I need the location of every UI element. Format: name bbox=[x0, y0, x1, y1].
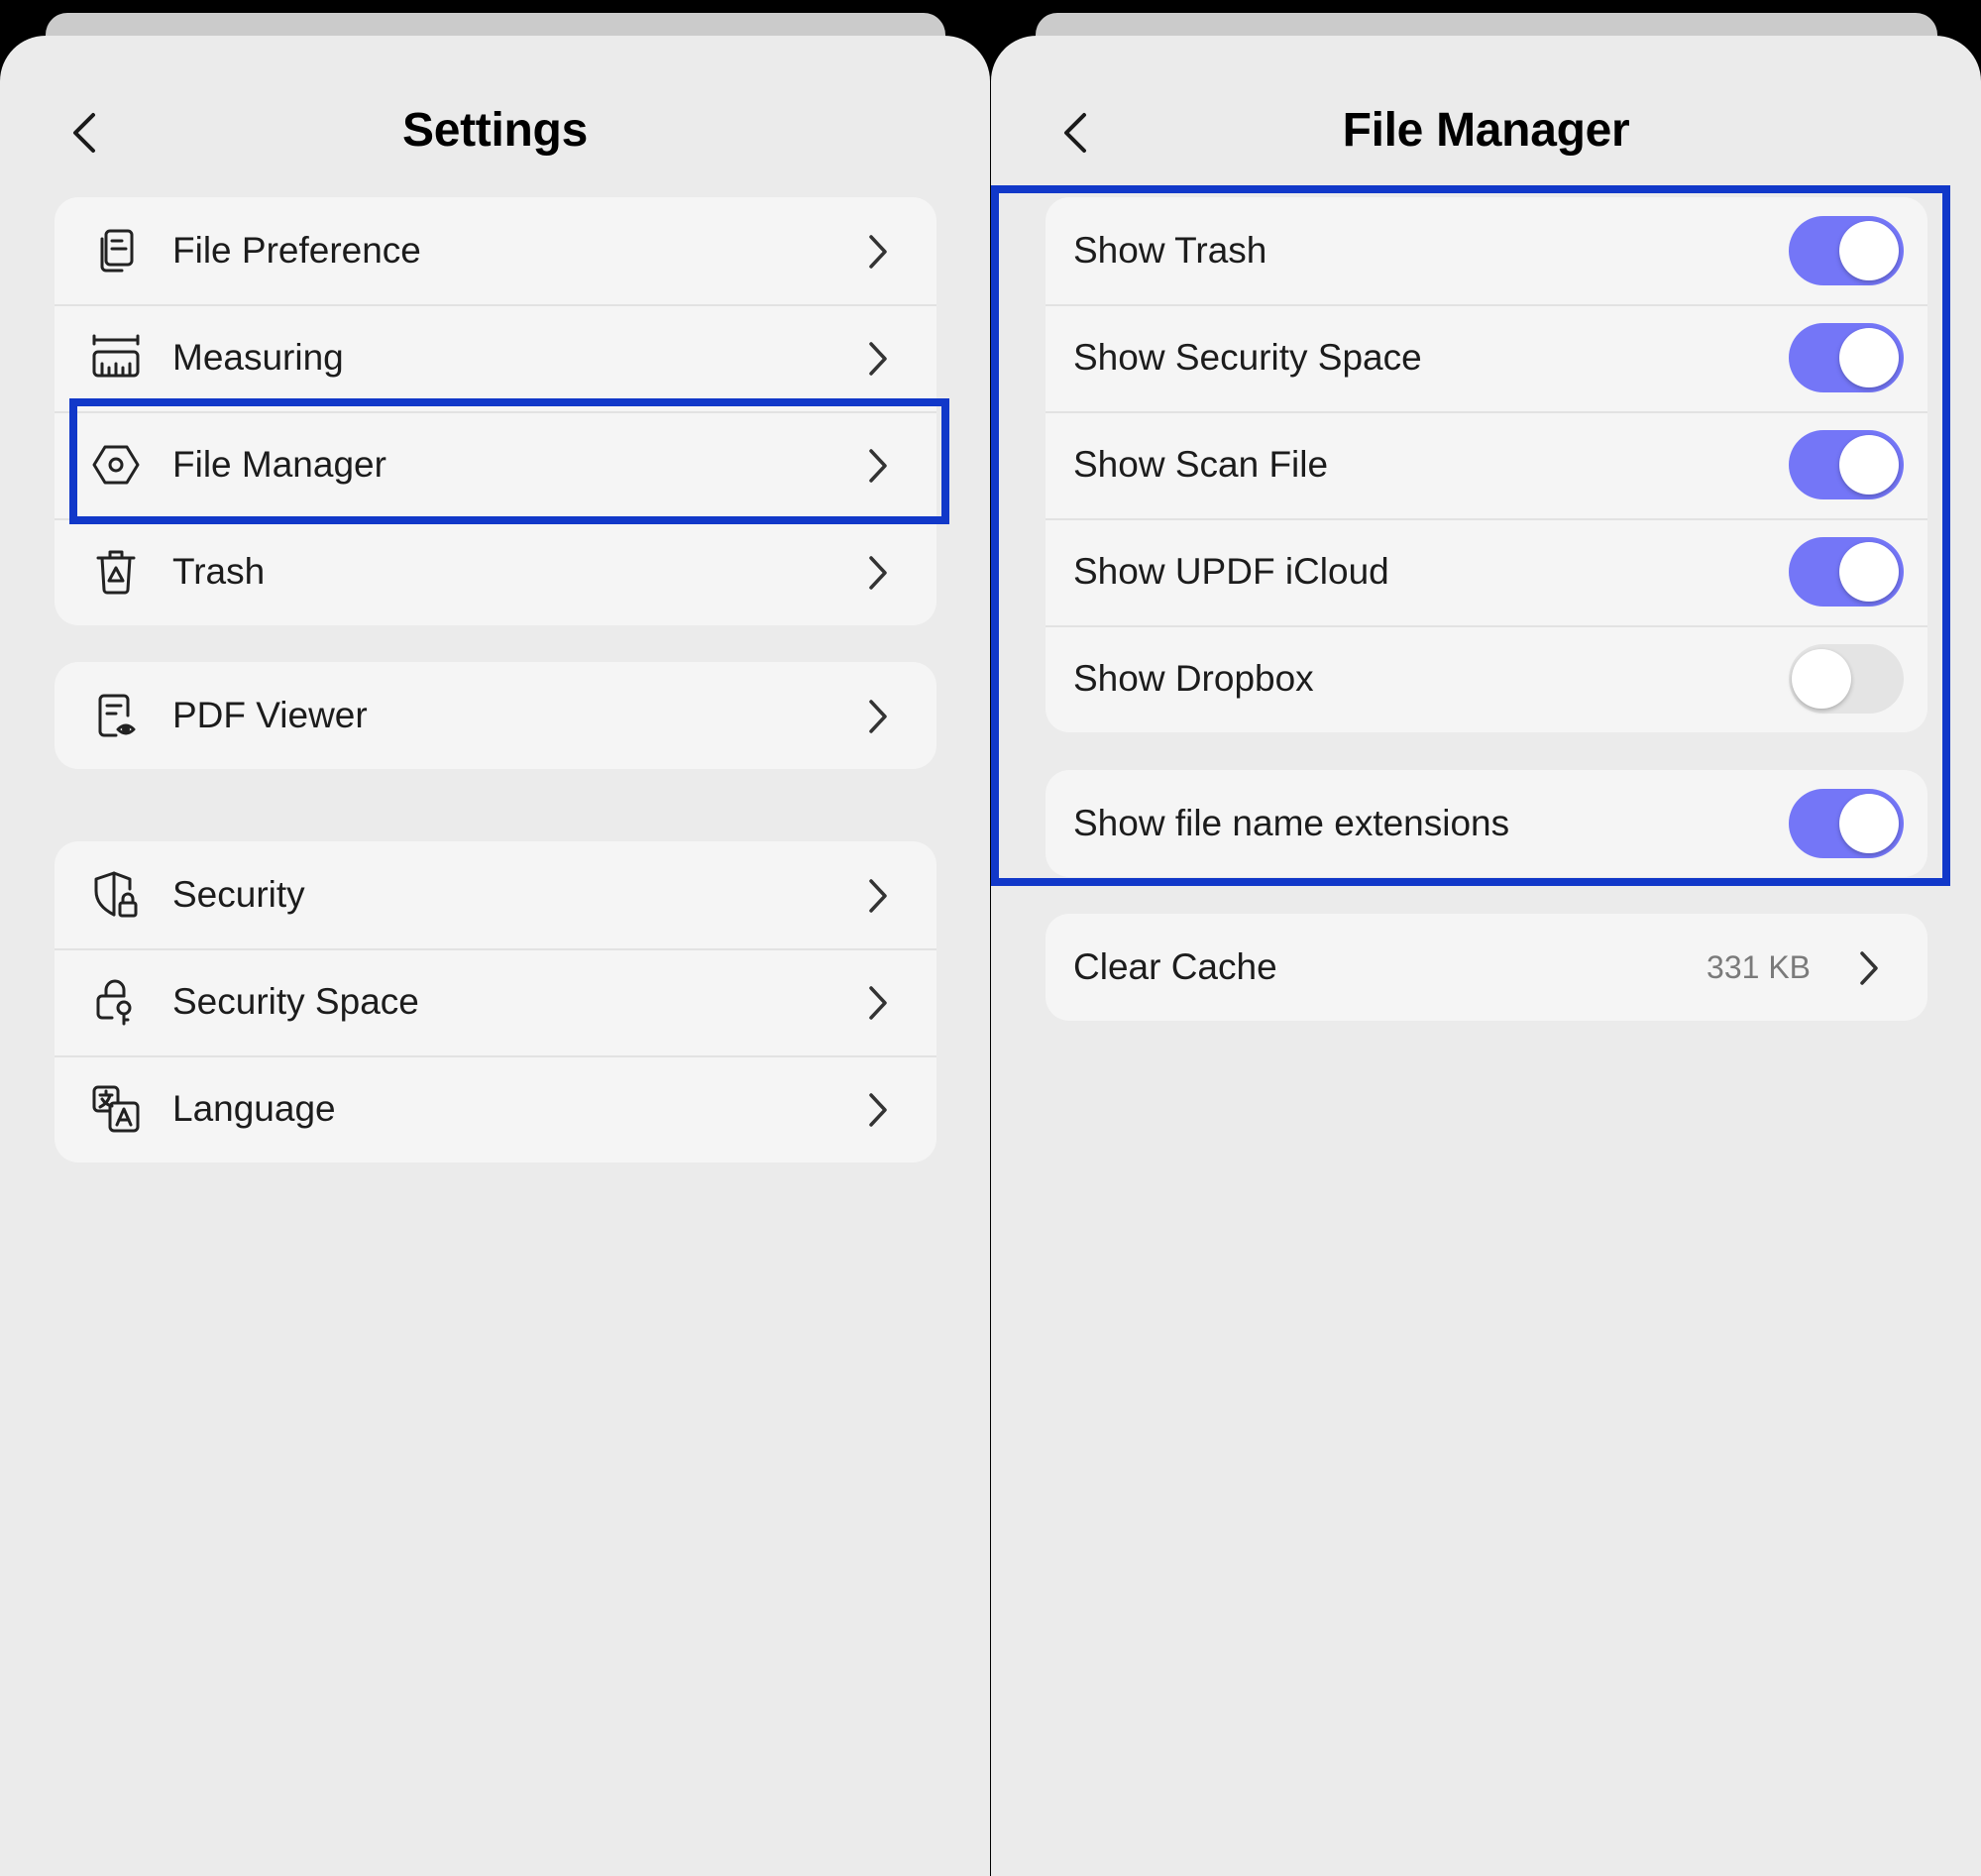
show-security-space-toggle[interactable] bbox=[1789, 323, 1904, 392]
page-title: Settings bbox=[402, 104, 588, 157]
chevron-right-icon bbox=[1860, 951, 1878, 985]
toggle-knob bbox=[1839, 221, 1899, 280]
settings-item-label: Security Space bbox=[172, 981, 419, 1022]
settings-item-file-preference[interactable]: File Preference bbox=[55, 197, 936, 304]
toggle-knob bbox=[1839, 542, 1899, 602]
chevron-right-icon bbox=[869, 1093, 887, 1127]
settings-group-files: File Preference Measuring File Manager T… bbox=[55, 197, 936, 625]
translate-icon bbox=[92, 1085, 140, 1133]
settings-item-label: File Preference bbox=[172, 230, 421, 271]
show-scan-file-toggle[interactable] bbox=[1789, 430, 1904, 499]
chevron-right-icon bbox=[869, 556, 887, 590]
chevron-right-icon bbox=[869, 986, 887, 1020]
toggle-row-show-file-name-extensions: Show file name extensions bbox=[1046, 770, 1927, 877]
file-manager-panel: File Manager Show Trash Show Security Sp… bbox=[991, 36, 1981, 1876]
toggle-label: Show file name extensions bbox=[1073, 803, 1510, 843]
settings-header: Settings bbox=[0, 65, 990, 194]
show-trash-toggle[interactable] bbox=[1789, 216, 1904, 285]
show-file-name-extensions-toggle[interactable] bbox=[1789, 789, 1904, 858]
file-manager-toggles-group: Show Trash Show Security Space Show Scan… bbox=[1046, 197, 1927, 732]
pdf-viewer-icon bbox=[98, 694, 136, 737]
ruler-icon bbox=[92, 334, 140, 378]
toggle-knob bbox=[1839, 328, 1899, 387]
toggle-label: Show Dropbox bbox=[1073, 658, 1314, 699]
cache-size-value: 331 KB bbox=[1706, 949, 1811, 985]
settings-item-security-space[interactable]: Security Space bbox=[55, 948, 936, 1055]
settings-group-viewer: PDF Viewer bbox=[55, 662, 936, 769]
file-manager-extensions-group: Show file name extensions bbox=[1046, 770, 1927, 877]
settings-item-label: Language bbox=[172, 1088, 336, 1129]
settings-item-label: Security bbox=[172, 874, 305, 915]
settings-item-security[interactable]: Security bbox=[55, 841, 936, 948]
lock-key-icon bbox=[96, 979, 132, 1026]
show-dropbox-toggle[interactable] bbox=[1789, 644, 1904, 714]
shield-lock-icon bbox=[94, 871, 138, 918]
settings-item-label: PDF Viewer bbox=[172, 695, 368, 735]
toggle-row-show-scan-file: Show Scan File bbox=[1046, 411, 1927, 518]
settings-item-language[interactable]: Language bbox=[55, 1055, 936, 1162]
chevron-right-icon bbox=[869, 235, 887, 269]
settings-item-file-manager[interactable]: File Manager bbox=[55, 411, 936, 518]
show-updf-icloud-toggle[interactable] bbox=[1789, 537, 1904, 607]
toggle-row-show-updf-icloud: Show UPDF iCloud bbox=[1046, 518, 1927, 625]
toggle-row-show-trash: Show Trash bbox=[1046, 197, 1927, 304]
chevron-right-icon bbox=[869, 342, 887, 376]
hexagon-gear-icon bbox=[92, 445, 140, 485]
trash-icon bbox=[96, 550, 136, 595]
toggle-label: Show UPDF iCloud bbox=[1073, 551, 1389, 592]
toggle-knob bbox=[1792, 649, 1851, 709]
settings-group-security: Security Security Space Language bbox=[55, 841, 936, 1162]
toggle-row-show-dropbox: Show Dropbox bbox=[1046, 625, 1927, 732]
toggle-knob bbox=[1839, 435, 1899, 495]
settings-item-measuring[interactable]: Measuring bbox=[55, 304, 936, 411]
file-manager-cache-group: Clear Cache 331 KB bbox=[1046, 914, 1927, 1021]
file-manager-header: File Manager bbox=[991, 65, 1981, 194]
chevron-right-icon bbox=[869, 700, 887, 733]
toggle-label: Show Security Space bbox=[1073, 337, 1422, 378]
settings-item-trash[interactable]: Trash bbox=[55, 518, 936, 625]
file-preference-icon bbox=[100, 229, 134, 273]
toggle-knob bbox=[1839, 794, 1899, 853]
settings-item-label: Measuring bbox=[172, 337, 344, 378]
page-title: File Manager bbox=[1342, 104, 1630, 157]
chevron-right-icon bbox=[869, 449, 887, 483]
settings-panel: Settings File Preference Measuring File … bbox=[0, 36, 990, 1876]
settings-item-label: File Manager bbox=[172, 444, 386, 485]
clear-cache-row[interactable]: Clear Cache 331 KB bbox=[1046, 914, 1927, 1021]
chevron-right-icon bbox=[869, 879, 887, 913]
settings-item-pdf-viewer[interactable]: PDF Viewer bbox=[55, 662, 936, 769]
toggle-label: Show Scan File bbox=[1073, 444, 1329, 485]
toggle-row-show-security-space: Show Security Space bbox=[1046, 304, 1927, 411]
settings-item-label: Trash bbox=[172, 551, 266, 592]
toggle-label: Show Trash bbox=[1073, 230, 1267, 271]
clear-cache-label: Clear Cache bbox=[1073, 946, 1277, 987]
